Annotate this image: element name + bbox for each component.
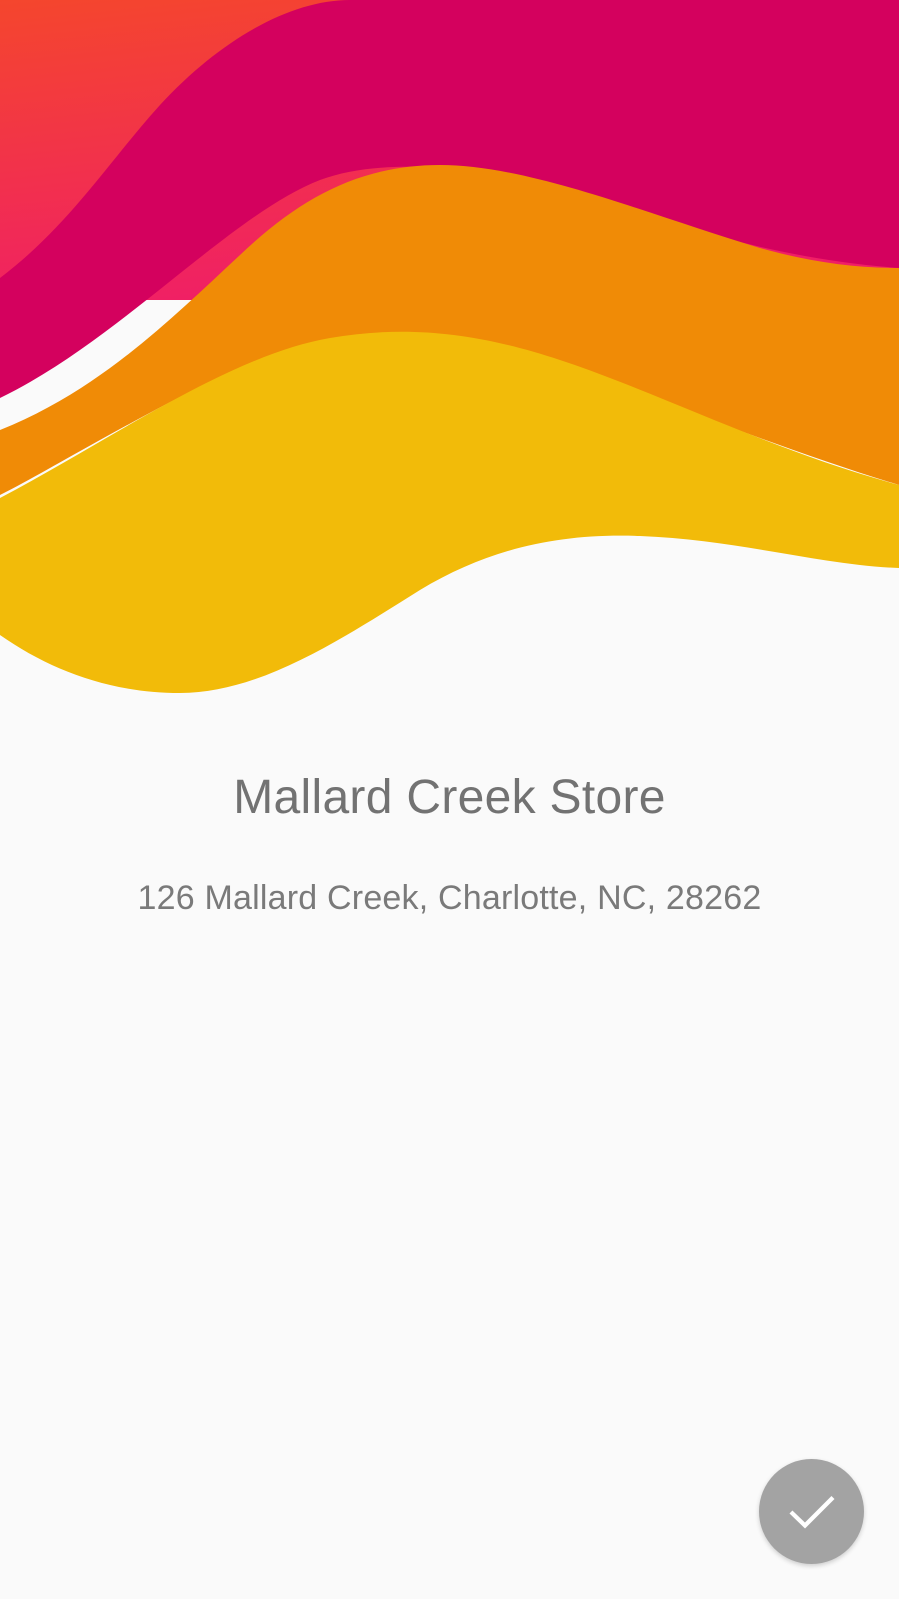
store-address: 126 Mallard Creek, Charlotte, NC, 28262	[137, 879, 762, 917]
header-wave-graphic	[0, 0, 899, 693]
check-icon	[788, 1495, 835, 1528]
store-name: Mallard Creek Store	[233, 771, 666, 824]
confirm-button[interactable]	[759, 1459, 864, 1564]
store-detail-screen: Mallard Creek Store 126 Mallard Creek, C…	[0, 0, 899, 1599]
